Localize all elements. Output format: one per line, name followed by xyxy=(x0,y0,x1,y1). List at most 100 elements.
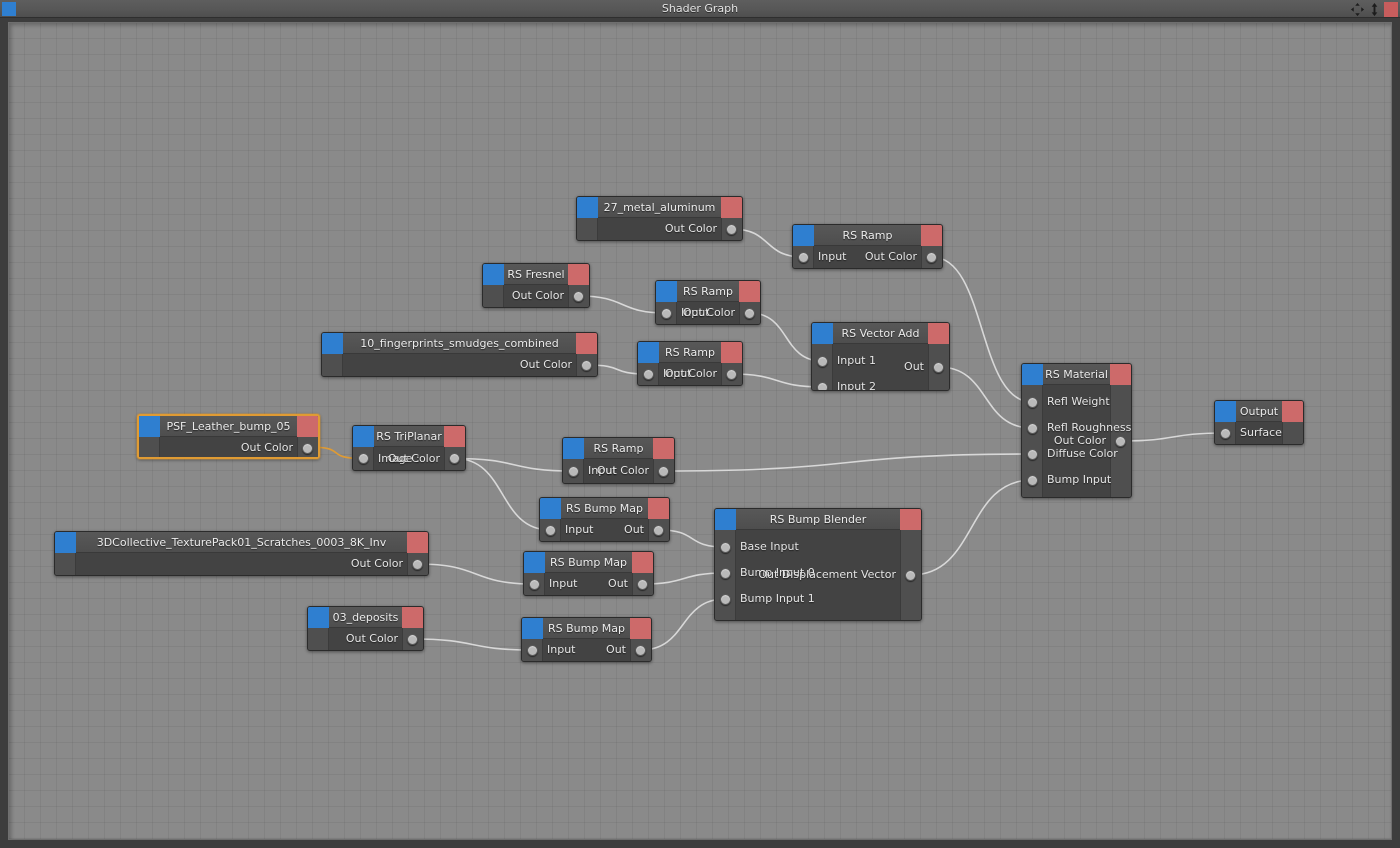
node-output-swatch-icon[interactable] xyxy=(721,342,742,363)
graph-node[interactable]: RS Fresnel Out Color xyxy=(482,263,590,308)
node-input-port[interactable] xyxy=(817,355,828,367)
updown-arrow-icon[interactable] xyxy=(1367,2,1382,17)
node-header[interactable]: RS Vector Add xyxy=(812,323,949,344)
node-output-port[interactable] xyxy=(1115,435,1126,447)
connection-wire[interactable] xyxy=(578,295,667,314)
node-output-swatch-icon[interactable] xyxy=(630,618,651,639)
connection-wire[interactable] xyxy=(454,457,574,472)
node-input-swatch-icon[interactable] xyxy=(577,197,598,218)
node-output-swatch-icon[interactable] xyxy=(648,498,669,519)
connection-wire[interactable] xyxy=(417,563,535,585)
node-input-swatch-icon[interactable] xyxy=(139,416,160,437)
node-output-swatch-icon[interactable] xyxy=(297,416,318,437)
node-output-swatch-icon[interactable] xyxy=(568,264,589,285)
graph-node[interactable]: RS Ramp Input Out Color xyxy=(792,224,943,269)
move-icon[interactable] xyxy=(1350,2,1365,17)
graph-node[interactable]: RS Bump Blender Base Input Bump Input 0 Bum… xyxy=(714,508,922,621)
node-output-swatch-icon[interactable] xyxy=(407,532,428,553)
graph-node[interactable]: RS Bump Map Input Out xyxy=(523,551,654,596)
node-input-swatch-icon[interactable] xyxy=(715,509,736,530)
node-input-swatch-icon[interactable] xyxy=(522,618,543,639)
node-output-swatch-icon[interactable] xyxy=(900,509,921,530)
node-input-port[interactable] xyxy=(1027,396,1038,408)
node-header[interactable]: RS Ramp xyxy=(793,225,942,246)
node-input-swatch-icon[interactable] xyxy=(353,426,374,447)
node-output-port[interactable] xyxy=(412,558,423,570)
node-input-swatch-icon[interactable] xyxy=(563,438,584,459)
node-input-port[interactable] xyxy=(568,465,579,477)
node-header[interactable]: RS TriPlanar xyxy=(353,426,465,447)
node-input-port[interactable] xyxy=(1027,448,1038,460)
connection-wire[interactable] xyxy=(412,638,533,651)
graph-node[interactable]: Output Surface xyxy=(1214,400,1304,445)
node-header[interactable]: RS Bump Map xyxy=(540,498,669,519)
node-output-swatch-icon[interactable] xyxy=(576,333,597,354)
node-header[interactable]: PSF_Leather_bump_05 xyxy=(139,416,318,437)
node-output-port[interactable] xyxy=(933,361,944,373)
connection-wire[interactable] xyxy=(1120,432,1226,442)
node-output-swatch-icon[interactable] xyxy=(402,607,423,628)
node-input-swatch-icon[interactable] xyxy=(656,281,677,302)
node-output-swatch-icon[interactable] xyxy=(739,281,760,302)
node-input-port[interactable] xyxy=(1220,427,1231,439)
node-header[interactable]: RS Ramp xyxy=(638,342,742,363)
node-input-swatch-icon[interactable] xyxy=(1022,364,1043,385)
connection-wire[interactable] xyxy=(454,457,551,531)
node-output-port[interactable] xyxy=(744,307,755,319)
graph-node[interactable]: RS Ramp Input Out Color xyxy=(637,341,743,386)
node-input-swatch-icon[interactable] xyxy=(55,532,76,553)
node-output-swatch-icon[interactable] xyxy=(632,552,653,573)
graph-node[interactable]: RS Vector Add Input 1 Input 2 Out xyxy=(811,322,950,391)
graph-node[interactable]: RS TriPlanar Image : Out Color xyxy=(352,425,466,471)
node-input-port[interactable] xyxy=(661,307,672,319)
node-output-port[interactable] xyxy=(635,644,646,656)
node-output-port[interactable] xyxy=(726,223,737,235)
close-icon[interactable] xyxy=(1384,1,1398,17)
node-output-port[interactable] xyxy=(926,251,937,263)
node-input-swatch-icon[interactable] xyxy=(308,607,329,628)
node-input-swatch-icon[interactable] xyxy=(812,323,833,344)
node-output-port[interactable] xyxy=(658,465,669,477)
node-input-port[interactable] xyxy=(1027,474,1038,486)
node-input-port[interactable] xyxy=(817,381,828,390)
node-input-port[interactable] xyxy=(720,567,731,579)
node-input-port[interactable] xyxy=(529,578,540,590)
node-header[interactable]: RS Bump Map xyxy=(522,618,651,639)
node-input-swatch-icon[interactable] xyxy=(524,552,545,573)
connection-wire[interactable] xyxy=(731,373,823,388)
node-output-swatch-icon[interactable] xyxy=(444,426,465,447)
node-input-swatch-icon[interactable] xyxy=(793,225,814,246)
node-header[interactable]: RS Ramp xyxy=(563,438,674,459)
node-header[interactable]: RS Bump Blender xyxy=(715,509,921,530)
graph-node[interactable]: RS Material Refl Weight Refl Roughness Diff… xyxy=(1021,363,1132,498)
connection-wire[interactable] xyxy=(938,366,1033,429)
node-input-swatch-icon[interactable] xyxy=(638,342,659,363)
graph-node[interactable]: RS Bump Map Input Out xyxy=(521,617,652,662)
graph-node[interactable]: 27_metal_aluminum Out Color xyxy=(576,196,743,241)
connection-wire[interactable] xyxy=(642,572,726,585)
node-input-port[interactable] xyxy=(798,251,809,263)
node-input-port[interactable] xyxy=(527,644,538,656)
node-input-port[interactable] xyxy=(545,524,556,536)
graph-node[interactable]: 03_deposits Out Color xyxy=(307,606,424,651)
graph-node[interactable]: PSF_Leather_bump_05 Out Color xyxy=(137,414,320,459)
node-output-port[interactable] xyxy=(726,368,737,380)
node-output-swatch-icon[interactable] xyxy=(653,438,674,459)
graph-node[interactable]: 3DCollective_TexturePack01_Scratches_000… xyxy=(54,531,429,576)
node-header[interactable]: RS Material xyxy=(1022,364,1131,385)
node-output-swatch-icon[interactable] xyxy=(928,323,949,344)
node-output-port[interactable] xyxy=(581,359,592,371)
graph-canvas[interactable]: 27_metal_aluminum Out Color RS Ramp Input Ou… xyxy=(8,22,1392,840)
node-input-swatch-icon[interactable] xyxy=(1215,401,1236,422)
node-input-port[interactable] xyxy=(720,541,731,553)
node-input-port[interactable] xyxy=(643,368,654,380)
connection-wire[interactable] xyxy=(640,598,726,651)
node-output-swatch-icon[interactable] xyxy=(721,197,742,218)
node-output-port[interactable] xyxy=(407,633,418,645)
graph-node[interactable]: RS Bump Map Input Out xyxy=(539,497,670,542)
node-input-port[interactable] xyxy=(1027,422,1038,434)
node-output-port[interactable] xyxy=(449,453,460,464)
node-header[interactable]: 27_metal_aluminum xyxy=(577,197,742,218)
node-header[interactable]: RS Bump Map xyxy=(524,552,653,573)
node-header[interactable]: 10_fingerprints_smudges_combined xyxy=(322,333,597,354)
